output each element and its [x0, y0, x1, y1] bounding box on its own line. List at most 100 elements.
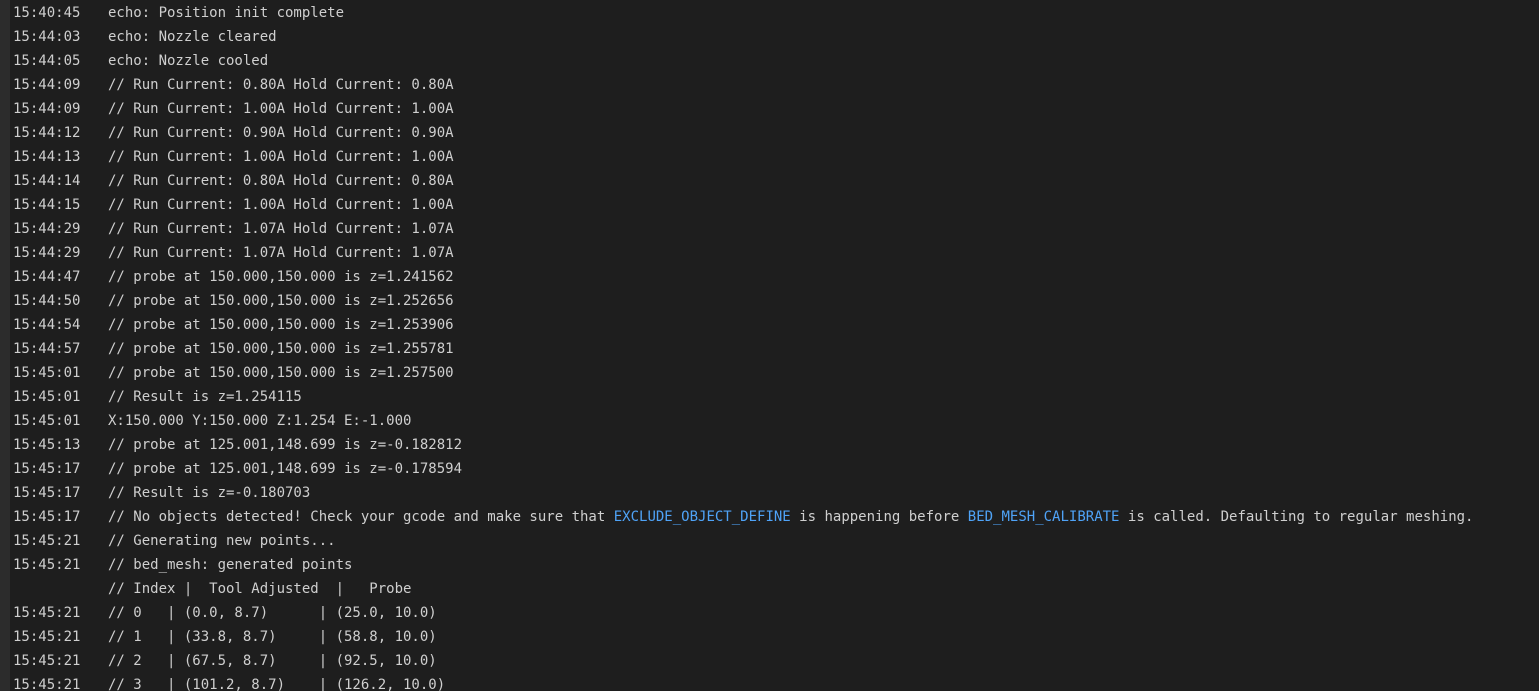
line-message: echo: Nozzle cleared [108, 25, 1539, 49]
line-message: echo: Position init complete [108, 1, 1539, 25]
message-text: // Run Current: 1.07A Hold Current: 1.07… [108, 245, 454, 261]
message-text: // Run Current: 0.80A Hold Current: 0.80… [108, 173, 454, 189]
line-message: // Index | Tool Adjusted | Probe [108, 577, 1539, 601]
console-line: 15:44:29 // Run Current: 1.07A Hold Curre… [10, 241, 1539, 265]
message-text: // 3 | (101.2, 8.7) | (126.2, 10.0) [108, 677, 446, 691]
line-timestamp: 15:44:50 [13, 293, 81, 309]
line-timestamp: 15:45:21 [13, 629, 81, 645]
console-line: 15:45:21 // 2 | (67.5, 8.7) | (92.5, 10.0… [10, 649, 1539, 673]
line-timestamp: 15:45:21 [13, 653, 81, 669]
console-line: 15:45:01 // Result is z=1.254115 [10, 385, 1539, 409]
line-timestamp: 15:44:09 [13, 77, 81, 93]
line-message: // Run Current: 0.90A Hold Current: 0.90… [108, 121, 1539, 145]
line-timestamp: 15:45:01 [13, 413, 81, 429]
line-timestamp: 15:44:15 [13, 197, 81, 213]
message-text: // Result is z=1.254115 [108, 389, 302, 405]
console-line: 15:45:21 // 3 | (101.2, 8.7) | (126.2, 10… [10, 673, 1539, 691]
console-line: 15:44:14 // Run Current: 0.80A Hold Curre… [10, 169, 1539, 193]
console-line: 15:45:21 // Generating new points... [10, 529, 1539, 553]
line-timestamp: 15:45:21 [13, 557, 81, 573]
console-line: 15:45:17 // No objects detected! Check yo… [10, 505, 1539, 529]
line-message: // Run Current: 0.80A Hold Current: 0.80… [108, 169, 1539, 193]
message-text: // bed_mesh: generated points [108, 557, 353, 573]
line-timestamp: 15:44:09 [13, 101, 81, 117]
line-message: // Run Current: 1.07A Hold Current: 1.07… [108, 217, 1539, 241]
message-text: echo: Nozzle cleared [108, 29, 277, 45]
line-message: // 3 | (101.2, 8.7) | (126.2, 10.0) [108, 673, 1539, 691]
message-text: // 2 | (67.5, 8.7) | (92.5, 10.0) [108, 653, 437, 669]
line-message: // bed_mesh: generated points [108, 553, 1539, 577]
message-text: is happening before [790, 509, 968, 525]
console-line: 15:44:05 echo: Nozzle cooled [10, 49, 1539, 73]
console-log[interactable]: 15:40:45 echo: Position init complete 15:4… [10, 0, 1539, 691]
line-message: // probe at 150.000,150.000 is z=1.25750… [108, 361, 1539, 385]
line-timestamp: 15:44:05 [13, 53, 81, 69]
console-line: 15:44:15 // Run Current: 1.00A Hold Curre… [10, 193, 1539, 217]
line-timestamp: 15:44:13 [13, 149, 81, 165]
console-line: 15:44:13 // Run Current: 1.00A Hold Curre… [10, 145, 1539, 169]
line-message: // Run Current: 0.80A Hold Current: 0.80… [108, 73, 1539, 97]
console-line: 15:45:17 // probe at 125.001,148.699 is z… [10, 457, 1539, 481]
console-line: 15:45:01 // probe at 150.000,150.000 is z… [10, 361, 1539, 385]
console-line: // Index | Tool Adjusted | Probe [10, 577, 1539, 601]
message-text: // Result is z=-0.180703 [108, 485, 311, 501]
message-text: // probe at 125.001,148.699 is z=-0.1828… [108, 437, 463, 453]
line-message: // probe at 150.000,150.000 is z=1.25265… [108, 289, 1539, 313]
message-text: X:150.000 Y:150.000 Z:1.254 E:-1.000 [108, 413, 412, 429]
console-line: 15:44:12 // Run Current: 0.90A Hold Curre… [10, 121, 1539, 145]
line-timestamp: 15:45:21 [13, 677, 81, 691]
line-message: // Result is z=-0.180703 [108, 481, 1539, 505]
line-message: // Run Current: 1.00A Hold Current: 1.00… [108, 97, 1539, 121]
line-timestamp: 15:45:13 [13, 437, 81, 453]
line-timestamp: 15:45:17 [13, 509, 81, 525]
console-line: 15:44:57 // probe at 150.000,150.000 is z… [10, 337, 1539, 361]
line-message: // probe at 150.000,150.000 is z=1.25578… [108, 337, 1539, 361]
message-text: // Run Current: 1.07A Hold Current: 1.07… [108, 221, 454, 237]
console-panel[interactable]: 15:40:45 echo: Position init complete 15:4… [0, 0, 1539, 691]
line-timestamp: 15:44:14 [13, 173, 81, 189]
line-timestamp: 15:45:01 [13, 365, 81, 381]
line-timestamp: 15:40:45 [13, 5, 81, 21]
line-timestamp: 15:44:54 [13, 317, 81, 333]
line-message: echo: Nozzle cooled [108, 49, 1539, 73]
gcode-command-link[interactable]: BED_MESH_CALIBRATE [968, 509, 1120, 525]
line-timestamp: 15:45:21 [13, 605, 81, 621]
line-message: // Run Current: 1.00A Hold Current: 1.00… [108, 145, 1539, 169]
message-text: // No objects detected! Check your gcode… [108, 509, 614, 525]
console-line: 15:44:54 // probe at 150.000,150.000 is z… [10, 313, 1539, 337]
line-timestamp [10, 577, 108, 601]
gcode-command-link[interactable]: EXCLUDE_OBJECT_DEFINE [614, 509, 791, 525]
line-message: // 1 | (33.8, 8.7) | (58.8, 10.0) [108, 625, 1539, 649]
line-message: // Generating new points... [108, 529, 1539, 553]
line-timestamp: 15:44:29 [13, 221, 81, 237]
console-line: 15:45:21 // bed_mesh: generated points [10, 553, 1539, 577]
message-text: is called. Defaulting to regular meshing… [1119, 509, 1474, 525]
line-message: // probe at 150.000,150.000 is z=1.25390… [108, 313, 1539, 337]
line-message: // Result is z=1.254115 [108, 385, 1539, 409]
message-text: // Run Current: 0.80A Hold Current: 0.80… [108, 77, 454, 93]
message-text: // probe at 150.000,150.000 is z=1.25390… [108, 317, 454, 333]
message-text: echo: Nozzle cooled [108, 53, 269, 69]
line-message: // Run Current: 1.07A Hold Current: 1.07… [108, 241, 1539, 265]
line-timestamp: 15:44:12 [13, 125, 81, 141]
console-line: 15:44:47 // probe at 150.000,150.000 is z… [10, 265, 1539, 289]
message-text: // probe at 150.000,150.000 is z=1.25578… [108, 341, 454, 357]
line-message: X:150.000 Y:150.000 Z:1.254 E:-1.000 [108, 409, 1539, 433]
message-text: echo: Position init complete [108, 5, 345, 21]
line-message: // Run Current: 1.00A Hold Current: 1.00… [108, 193, 1539, 217]
line-timestamp: 15:45:17 [13, 461, 81, 477]
line-message: // probe at 150.000,150.000 is z=1.24156… [108, 265, 1539, 289]
console-line: 15:44:09 // Run Current: 1.00A Hold Curre… [10, 97, 1539, 121]
message-text: // probe at 150.000,150.000 is z=1.25750… [108, 365, 454, 381]
line-timestamp: 15:44:57 [13, 341, 81, 357]
message-text: // Run Current: 1.00A Hold Current: 1.00… [108, 101, 454, 117]
console-line: 15:45:01 X:150.000 Y:150.000 Z:1.254 E:-1… [10, 409, 1539, 433]
console-line: 15:40:45 echo: Position init complete [10, 1, 1539, 25]
console-line: 15:44:09 // Run Current: 0.80A Hold Curre… [10, 73, 1539, 97]
message-text: // probe at 125.001,148.699 is z=-0.1785… [108, 461, 463, 477]
message-text: // 0 | (0.0, 8.7) | (25.0, 10.0) [108, 605, 437, 621]
message-text: // Index | Tool Adjusted | Probe [108, 581, 412, 597]
line-timestamp: 15:44:29 [13, 245, 81, 261]
message-text: // Run Current: 1.00A Hold Current: 1.00… [108, 149, 454, 165]
console-line: 15:44:50 // probe at 150.000,150.000 is z… [10, 289, 1539, 313]
